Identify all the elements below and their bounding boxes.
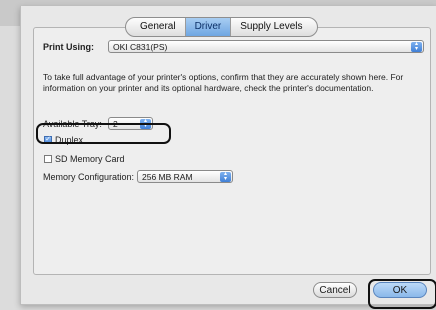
memory-configuration-label: Memory Configuration: (43, 172, 135, 182)
tab-driver[interactable]: Driver (184, 18, 231, 36)
sd-memory-card-label: SD Memory Card (55, 154, 125, 164)
driver-panel: Print Using: OKI C831(PS) ▴ ▾ To take ful… (33, 27, 431, 275)
tab-supply-levels[interactable]: Supply Levels (230, 18, 316, 36)
instructions-text: To take full advantage of your printer's… (43, 72, 404, 93)
print-using-select[interactable]: OKI C831(PS) ▴ ▾ (108, 40, 424, 53)
print-using-label: Print Using: (43, 42, 94, 52)
tab-bar: General Driver Supply Levels (125, 17, 318, 37)
printer-options-sheet: General Driver Supply Levels Print Using… (20, 6, 436, 305)
available-tray-highlight (36, 123, 171, 144)
ok-button-highlight (368, 279, 436, 309)
tab-general[interactable]: General (126, 18, 185, 36)
memory-configuration-select[interactable]: 256 MB RAM ▴ ▾ (137, 170, 233, 183)
print-using-value: OKI C831(PS) (113, 42, 168, 52)
popup-arrows-icon: ▴ ▾ (220, 171, 231, 182)
memory-configuration-value: 256 MB RAM (142, 172, 193, 182)
cancel-button[interactable]: Cancel (313, 282, 357, 298)
sd-memory-card-checkbox[interactable] (44, 155, 52, 163)
popup-arrows-icon: ▴ ▾ (411, 41, 422, 52)
